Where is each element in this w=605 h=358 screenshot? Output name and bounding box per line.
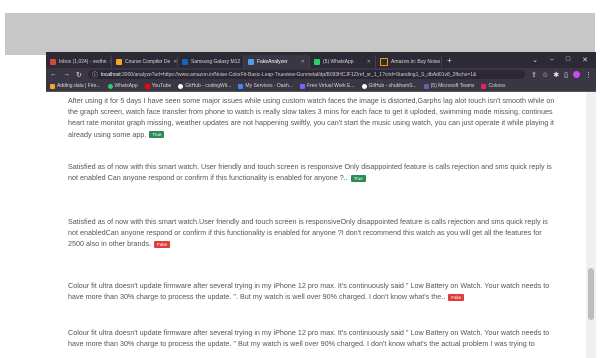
bookmark-colorss[interactable]: Colorss <box>481 83 505 89</box>
minimize-icon[interactable]: – <box>550 56 554 64</box>
samsung-icon <box>182 58 188 65</box>
bookmarks-bar: Adding data | Fire... WhatsApp YouTube G… <box>46 81 596 92</box>
youtube-icon <box>144 83 150 89</box>
whatsapp-icon <box>314 58 320 65</box>
reload-icon[interactable]: ↻ <box>76 71 82 79</box>
review-item: Satisfied as of now with this smart watc… <box>68 217 548 249</box>
close-icon[interactable]: ✕ <box>367 59 371 65</box>
verdict-badge: Fake <box>154 241 171 248</box>
fakeanalyzer-icon <box>248 58 254 65</box>
nav-bar: ← → ↻ ⓘ localhost:3000/analyze?url=https… <box>46 68 596 81</box>
menu-icon[interactable]: ⋮ <box>585 71 592 79</box>
bookmark-github-codingwit[interactable]: GitHub - codingWit... <box>178 83 231 89</box>
extensions-icon[interactable]: ✱ <box>553 71 559 79</box>
share-icon[interactable]: ⇪ <box>531 71 537 79</box>
maximize-icon[interactable]: □ <box>566 56 570 64</box>
star-icon[interactable]: ☆ <box>542 71 548 79</box>
new-tab-button[interactable]: + <box>442 56 457 65</box>
whatsapp-icon <box>107 83 113 89</box>
review-item: Colour fit ultra doesn't update firmware… <box>68 281 550 302</box>
github-icon <box>178 83 184 89</box>
address-bar[interactable]: ⓘ localhost:3000/analyze?url=https://www… <box>87 70 526 79</box>
review-item: After using it for 5 days I have seen so… <box>68 96 555 139</box>
scrollbar[interactable] <box>586 92 596 358</box>
bookmark-youtube[interactable]: YouTube <box>144 83 171 89</box>
forward-icon[interactable]: → <box>63 71 70 78</box>
profile-avatar[interactable] <box>573 71 580 78</box>
firebase-icon <box>50 83 55 89</box>
review-list: After using it for 5 days I have seen so… <box>46 92 596 358</box>
course-icon <box>116 58 122 65</box>
gray-banner <box>5 13 595 55</box>
tab-amazon[interactable]: Amazon.in: Buy Noise✕ <box>376 55 442 68</box>
review-item: Colour fit ultra doesn't update firmware… <box>68 328 550 349</box>
info-icon[interactable]: ⓘ <box>92 70 98 79</box>
bookmark-teams[interactable]: (5) Microsoft Teams <box>423 83 474 89</box>
scrollbar-thumb[interactable] <box>588 268 594 320</box>
chevron-down-icon[interactable]: ⌄ <box>532 56 538 64</box>
tab-whatsapp[interactable]: (5) WhatsApp ✕ <box>310 55 376 68</box>
tab-course-compiler[interactable]: Course Compiler De ✕ <box>112 55 178 68</box>
url-text: localhost:3000/analyze?url=https://www.a… <box>100 71 477 78</box>
amazon-icon <box>380 57 388 66</box>
back-icon[interactable]: ← <box>50 71 57 78</box>
virtual-work-icon <box>299 83 305 89</box>
verdict-badge: Fake <box>448 293 465 301</box>
bookmark-virtual-work[interactable]: Free Virtual Work E... <box>299 83 355 89</box>
close-icon[interactable]: ✕ <box>301 59 305 65</box>
close-icon[interactable]: ✕ <box>173 59 177 65</box>
tab-samsung[interactable]: Samsung Galaxy M12✕ <box>178 55 244 68</box>
review-item: Satisfied as of now with this smart watc… <box>68 162 552 183</box>
tab-fakeanalyzer[interactable]: FakeAnalyzer ✕ <box>244 55 310 68</box>
verdict-badge: True <box>149 131 165 139</box>
browser-window: Inbox (1,024) - vedhn✕ Course Compiler D… <box>46 52 596 358</box>
verdict-badge: True <box>350 174 366 182</box>
close-window-icon[interactable]: ✕ <box>582 56 588 64</box>
colorss-icon <box>481 83 487 89</box>
github-icon <box>361 83 367 89</box>
services-icon <box>238 83 244 89</box>
sidebar-icon[interactable]: ▯ <box>564 71 568 79</box>
teams-icon <box>423 83 429 89</box>
tab-bar: Inbox (1,024) - vedhn✕ Course Compiler D… <box>46 52 596 68</box>
tab-gmail[interactable]: Inbox (1,024) - vedhn✕ <box>46 55 112 68</box>
gmail-icon <box>50 58 56 65</box>
bookmark-my-services[interactable]: My Services - Dash... <box>238 83 293 89</box>
bookmark-whatsapp[interactable]: WhatsApp <box>107 83 138 89</box>
bookmark-github-shubham[interactable]: GitHub - shubhamS... <box>361 83 417 89</box>
bookmark-firebase[interactable]: Adding data | Fire... <box>50 83 101 89</box>
